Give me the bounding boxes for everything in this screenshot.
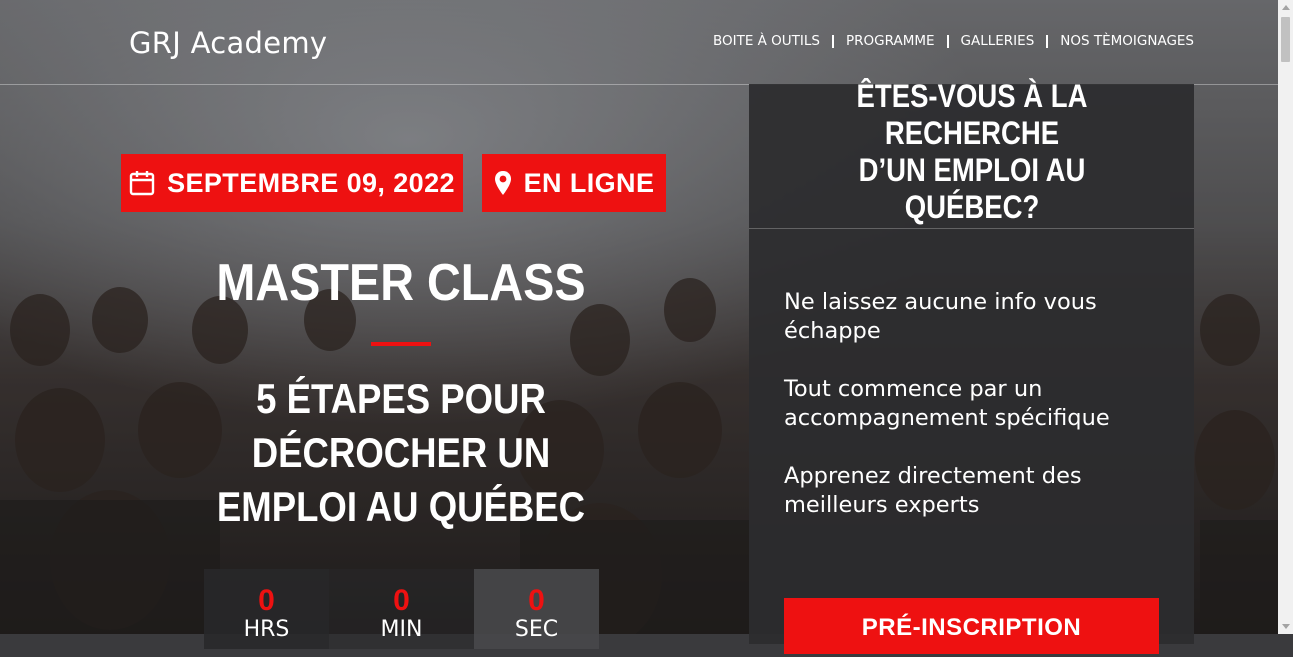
panel-title-line: D’UN EMPLOI AU QUÉBEC? xyxy=(858,152,1085,225)
site-logo[interactable]: GRJ Academy xyxy=(129,26,327,60)
hero-subtitle: 5 ÉTAPES POUR DÉCROCHER UN EMPLOI AU QUÉ… xyxy=(157,372,646,534)
signup-panel: ÊTES-VOUS À LA RECHERCHE D’UN EMPLOI AU … xyxy=(749,78,1194,654)
countdown-value: 0 xyxy=(528,584,545,617)
hero-subtitle-line: EMPLOI AU QUÉBEC xyxy=(216,483,586,530)
panel-title-line: ÊTES-VOUS À LA RECHERCHE xyxy=(856,78,1087,151)
event-location-badge: EN LIGNE xyxy=(482,154,666,212)
nav-item-programme[interactable]: PROGRAMME xyxy=(834,33,947,49)
calendar-icon xyxy=(129,170,155,196)
countdown-label: MIN xyxy=(380,617,423,642)
hero-subtitle-line: 5 ÉTAPES POUR DÉCROCHER UN xyxy=(251,375,551,476)
countdown-seconds: 0 SEC xyxy=(474,569,599,649)
title-divider xyxy=(371,342,431,346)
countdown-hours: 0 HRS xyxy=(204,569,329,649)
nav-item-galleries[interactable]: GALLERIES xyxy=(949,33,1047,49)
main-menu: BOITE À OUTILS PROGRAMME GALLERIES NOS T… xyxy=(701,33,1194,49)
nav-item-boite-a-outils[interactable]: BOITE À OUTILS xyxy=(701,33,832,49)
page-scrollbar[interactable] xyxy=(1278,0,1293,634)
countdown-value: 0 xyxy=(393,584,410,617)
panel-header: ÊTES-VOUS À LA RECHERCHE D’UN EMPLOI AU … xyxy=(749,78,1194,229)
event-date-badge: SEPTEMBRE 09, 2022 xyxy=(121,154,463,212)
hero-title: MASTER CLASS xyxy=(216,254,586,312)
panel-title: ÊTES-VOUS À LA RECHERCHE D’UN EMPLOI AU … xyxy=(791,78,1152,226)
benefit-item: Apprenez directement des meilleurs exper… xyxy=(784,463,1082,518)
countdown-minutes: 0 MIN xyxy=(329,569,474,649)
countdown-label: HRS xyxy=(243,617,290,642)
benefit-item: Tout commence par un accompagnement spéc… xyxy=(784,376,1110,431)
benefits-list: Ne laissez aucune info vous échappe Tout… xyxy=(784,288,1174,549)
map-pin-icon xyxy=(494,170,512,196)
scrollbar-thumb[interactable] xyxy=(1281,17,1290,62)
top-navbar: GRJ Academy BOITE À OUTILS PROGRAMME GAL… xyxy=(0,0,1278,85)
countdown-value: 0 xyxy=(258,584,275,617)
event-date-text: SEPTEMBRE 09, 2022 xyxy=(167,167,455,198)
benefit-item: Ne laissez aucune info vous échappe xyxy=(784,289,1097,344)
nav-item-temoignages[interactable]: NOS TÈMOIGNAGES xyxy=(1048,33,1194,49)
scroll-up-arrow-icon[interactable] xyxy=(1282,5,1290,10)
countdown-label: SEC xyxy=(514,617,559,642)
event-location-text: EN LIGNE xyxy=(523,167,655,198)
countdown-timer: 0 HRS 0 MIN 0 SEC xyxy=(204,569,599,649)
pre-inscription-button[interactable]: PRÉ-INSCRIPTION xyxy=(784,598,1159,654)
scroll-down-arrow-icon[interactable] xyxy=(1282,624,1290,629)
